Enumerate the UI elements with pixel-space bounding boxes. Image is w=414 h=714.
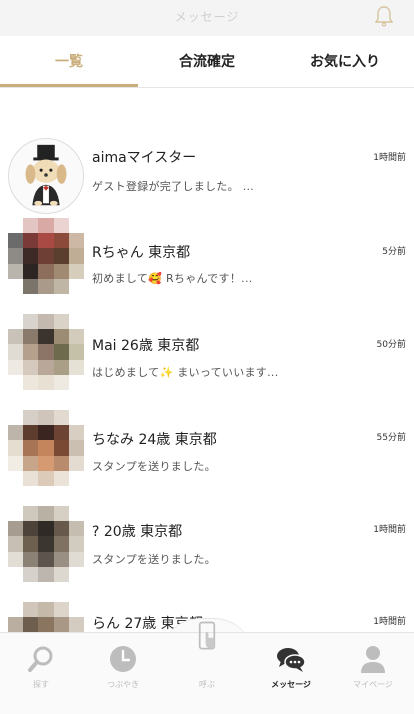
thread-name: ? 20歳 東京都 — [92, 524, 183, 540]
thread-time: 5分前 — [382, 247, 406, 257]
nav-tweets[interactable]: つぶやき — [82, 633, 164, 714]
bottom-nav: 探す つぶやき 呼ぶ メッセージ マイページ — [0, 621, 414, 714]
nav-messages[interactable]: メッセージ — [250, 633, 332, 714]
avatar — [8, 506, 84, 582]
avatar — [8, 602, 84, 632]
avatar — [8, 410, 84, 486]
search-icon — [28, 646, 53, 672]
thread-preview: ゲスト登録が完了しました。 ... — [92, 180, 255, 193]
thread-time: 55分前 — [376, 433, 406, 443]
thread-preview: スタンプを送りました。 — [92, 553, 216, 566]
clock-icon — [110, 646, 136, 672]
thread-preview: スタンプを送りました。 — [92, 460, 216, 473]
chat-bubbles-icon — [277, 648, 306, 672]
bell-icon[interactable] — [372, 4, 396, 28]
tab-list[interactable]: 一覧 — [0, 36, 138, 88]
thread-name: ちなみ 24歳 東京都 — [92, 432, 217, 448]
message-list: aimaマイスター ゲスト登録が完了しました。 ... 1時間前 Rちゃん 東京… — [0, 88, 414, 632]
blurred-photo — [8, 314, 84, 390]
nav-mypage[interactable]: マイページ — [332, 633, 414, 714]
avatar — [8, 314, 84, 390]
message-thread[interactable]: ちなみ 24歳 東京都 スタンプを送りました。 55分前 — [0, 408, 414, 504]
nav-label: マイページ — [353, 680, 393, 689]
tab-bar: 一覧 合流確定 お気に入り — [0, 36, 414, 88]
nav-label: 呼ぶ — [199, 680, 215, 689]
thread-preview: 初めまして🥰 Rちゃんです！... — [92, 272, 253, 285]
thread-time: 50分前 — [376, 340, 406, 350]
top-bar: メッセージ — [0, 0, 414, 36]
tab-confirmed[interactable]: 合流確定 — [138, 36, 276, 88]
thread-name: aimaマイスター — [92, 150, 197, 166]
thread-time: 1時間前 — [373, 525, 406, 535]
blurred-photo — [8, 602, 84, 632]
nav-call[interactable]: 呼ぶ — [166, 621, 248, 714]
nav-label: メッセージ — [271, 680, 311, 689]
thread-time: 1時間前 — [373, 153, 406, 163]
message-thread[interactable]: Mai 26歳 東京都 はじめまして✨ まいっていいます... 50分前 — [0, 312, 414, 408]
person-icon — [361, 646, 385, 673]
blurred-photo — [8, 410, 84, 486]
blurred-photo — [8, 218, 84, 294]
tab-favorites[interactable]: お気に入り — [276, 36, 414, 88]
mascot-dog-icon — [25, 144, 67, 206]
mascot-avatar — [8, 138, 84, 214]
nav-label: 探す — [33, 680, 49, 689]
thread-preview: はじめまして✨ まいっていいます... — [92, 366, 279, 379]
blurred-photo — [8, 506, 84, 582]
thread-time: 1時間前 — [373, 617, 406, 627]
message-thread[interactable]: ? 20歳 東京都 スタンプを送りました。 1時間前 — [0, 504, 414, 600]
message-thread[interactable]: Rちゃん 東京都 初めまして🥰 Rちゃんです！... 5分前 — [0, 216, 414, 312]
nav-label: つぶやき — [107, 680, 139, 689]
phone-tap-icon — [198, 621, 216, 650]
page-title: メッセージ — [174, 10, 240, 24]
thread-name: Mai 26歳 東京都 — [92, 338, 200, 354]
thread-name: Rちゃん 東京都 — [92, 245, 191, 261]
avatar — [8, 218, 84, 294]
nav-search[interactable]: 探す — [0, 633, 82, 714]
